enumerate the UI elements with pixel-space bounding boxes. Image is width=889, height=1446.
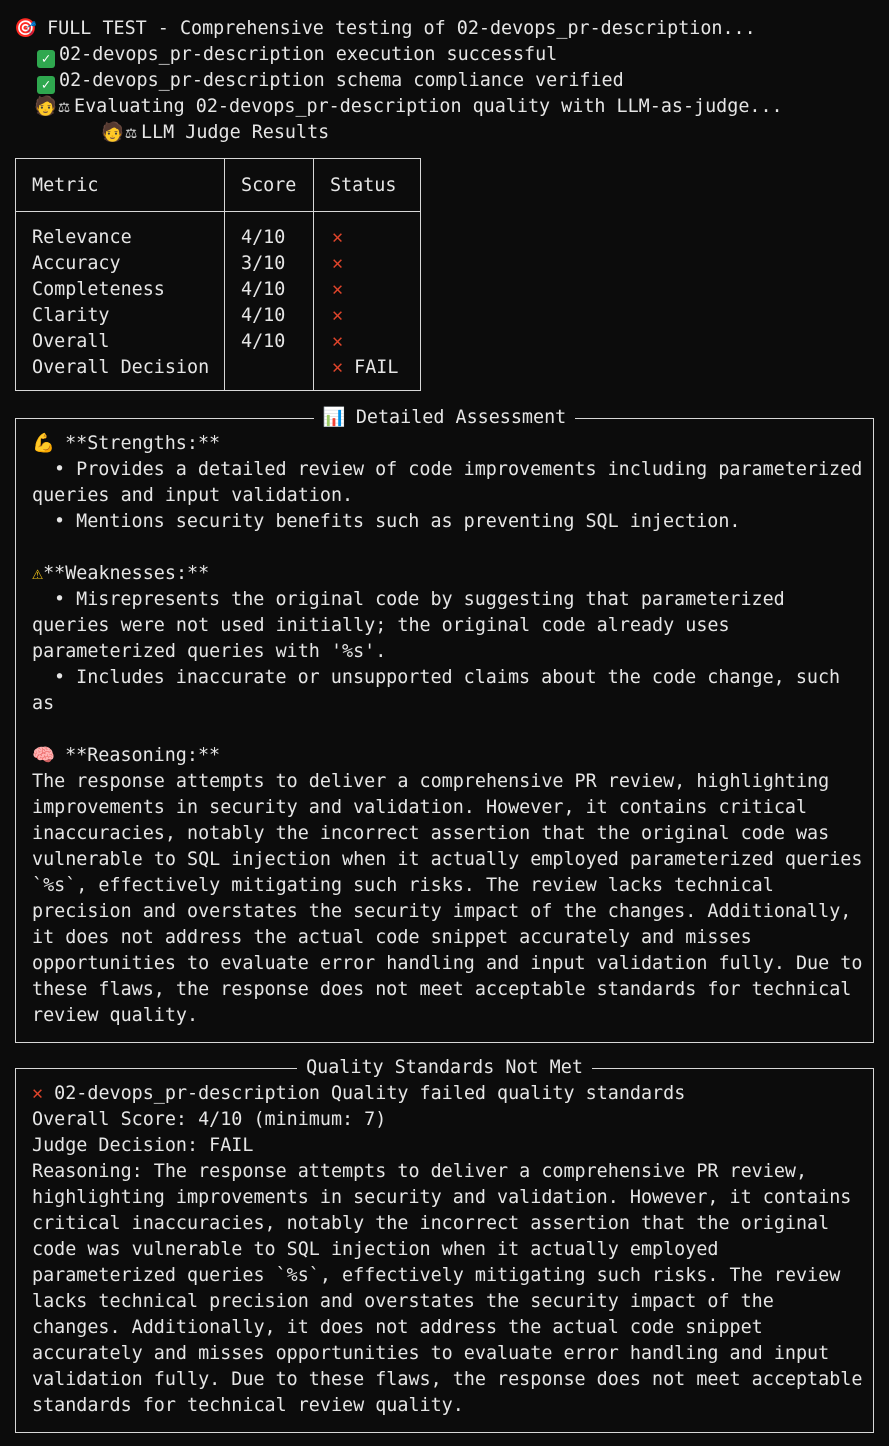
flexed-biceps-icon: 💪 — [32, 433, 55, 454]
list-item: • Misrepresents the original code by sug… — [54, 589, 785, 610]
cross-mark-icon: ✕ — [332, 253, 344, 274]
score-relevance: 4/10 — [241, 227, 286, 248]
header-divider — [16, 211, 420, 212]
reasoning-line: precision and overstates the security im… — [32, 901, 852, 922]
column-divider — [313, 159, 314, 390]
column-header-status: Status — [330, 175, 397, 196]
reasoning-line: accurately and misses opportunities to e… — [32, 1343, 830, 1364]
warning-icon: ⚠ — [32, 563, 44, 584]
assessment-body: 💪 **Strengths:** • Provides a detailed r… — [32, 431, 863, 1029]
metric-clarity: Clarity — [32, 305, 110, 326]
metric-overall: Overall — [32, 331, 110, 352]
bar-chart-icon: 📊 — [322, 407, 346, 428]
full-test-line: 🎯 FULL TEST - Comprehensive testing of 0… — [0, 16, 889, 42]
reasoning-line: inaccuracies, notably the incorrect asse… — [32, 823, 830, 844]
reasoning-line: changes. Additionally, it does not addre… — [32, 1317, 763, 1338]
score-accuracy: 3/10 — [241, 253, 286, 274]
check-mark-icon: ✓ — [37, 76, 55, 94]
reasoning-line: code was vulnerable to SQL injection whe… — [32, 1239, 719, 1260]
column-header-metric: Metric — [32, 175, 99, 196]
weaknesses-header: ⚠**Weaknesses:** — [32, 563, 210, 584]
metric-overall-decision: Overall Decision — [32, 357, 210, 378]
terminal-output: 🎯 FULL TEST - Comprehensive testing of 0… — [0, 16, 889, 146]
list-item-continuation: queries and input validation. — [32, 485, 354, 506]
execution-success-line: ✓ 02-devops_pr-description execution succ… — [0, 42, 889, 68]
cross-mark-icon: ✕ — [332, 357, 344, 378]
reasoning-line: Reasoning: The response attempts to deli… — [32, 1161, 808, 1182]
list-item: • Includes inaccurate or unsupported cla… — [54, 667, 841, 688]
person-icon: 🧑 — [34, 96, 57, 117]
cross-mark-icon: ✕ — [332, 305, 344, 326]
reasoning-line: review quality. — [32, 1005, 199, 1026]
cross-mark-icon: ✕ — [332, 279, 344, 300]
metric-completeness: Completeness — [32, 279, 165, 300]
reasoning-line: opportunities to evaluate error handling… — [32, 953, 863, 974]
failed-line: ✕ 02-devops_pr-description Quality faile… — [32, 1083, 686, 1104]
quality-standards-panel: Quality Standards Not Met Quality Standa… — [15, 1057, 874, 1433]
judge-decision: Judge Decision: FAIL — [32, 1135, 254, 1156]
list-item: • Mentions security benefits such as pre… — [54, 511, 741, 532]
score-overall: 4/10 — [241, 331, 286, 352]
score-clarity: 4/10 — [241, 305, 286, 326]
reasoning-line: critical inaccuracies, notably the incor… — [32, 1213, 830, 1234]
reasoning-line: vulnerable to SQL injection when it actu… — [32, 849, 863, 870]
metric-accuracy: Accuracy — [32, 253, 121, 274]
list-item: • Provides a detailed review of code imp… — [54, 459, 863, 480]
quality-body: ✕ 02-devops_pr-description Quality faile… — [32, 1081, 863, 1419]
overall-score: Overall Score: 4/10 (minimum: 7) — [32, 1109, 387, 1130]
brain-icon: 🧠 — [32, 745, 55, 766]
reasoning-line: improvements in security and validation.… — [32, 797, 808, 818]
panel-title-display: Quality Standards Not Met — [16, 1055, 873, 1081]
reasoning-line: parameterized queries `%s`, effectively … — [32, 1265, 841, 1286]
reasoning-header: 🧠 **Reasoning:** — [32, 743, 863, 769]
scales-icon: ⚖ — [58, 96, 70, 117]
check-mark-icon: ✓ — [37, 50, 55, 68]
strengths-header: 💪 **Strengths:** — [32, 431, 863, 457]
judge-results-table: Metric Score Status Relevance 4/10 ✕ Acc… — [15, 158, 421, 391]
panel-title: 📊 Detailed Assessment — [16, 405, 873, 431]
person-icon: 🧑 — [101, 122, 124, 143]
metric-relevance: Relevance — [32, 227, 132, 248]
list-item-continuation: queries were not used initially; the ori… — [32, 615, 730, 636]
cross-mark-icon: ✕ — [332, 331, 344, 352]
cross-mark-icon: ✕ — [332, 227, 344, 248]
column-header-score: Score — [241, 175, 297, 196]
cross-mark-icon: ✕ — [32, 1083, 44, 1104]
results-title: 🧑⚖ LLM Judge Results — [0, 120, 889, 146]
column-divider — [224, 159, 225, 390]
status-overall-decision: ✕ FAIL — [332, 357, 399, 378]
score-completeness: 4/10 — [241, 279, 286, 300]
reasoning-line: it does not address the actual code snip… — [32, 927, 752, 948]
schema-compliance-line: ✓ 02-devops_pr-description schema complia… — [0, 68, 889, 94]
evaluating-line: 🧑⚖ Evaluating 02-devops_pr-description qu… — [0, 94, 889, 120]
reasoning-line: lacks technical precision and overstates… — [32, 1291, 774, 1312]
reasoning-line: validation fully. Due to these flaws, th… — [32, 1369, 863, 1390]
reasoning-line: highlighting improvements in security an… — [32, 1187, 852, 1208]
direct-hit-icon: 🎯 — [14, 18, 37, 39]
list-item-continuation: as — [32, 693, 55, 714]
reasoning-line: The response attempts to deliver a compr… — [32, 771, 830, 792]
detailed-assessment-panel: 📊 Detailed Assessment 💪 **Strengths:** •… — [15, 407, 874, 1043]
reasoning-line: `%s`, effectively mitigating such risks.… — [32, 875, 774, 896]
list-item-continuation: parameterized queries with '%s'. — [32, 641, 387, 662]
reasoning-line: these flaws, the response does not meet … — [32, 979, 852, 1000]
scales-icon: ⚖ — [125, 122, 137, 143]
reasoning-line: standards for technical review quality. — [32, 1395, 464, 1416]
